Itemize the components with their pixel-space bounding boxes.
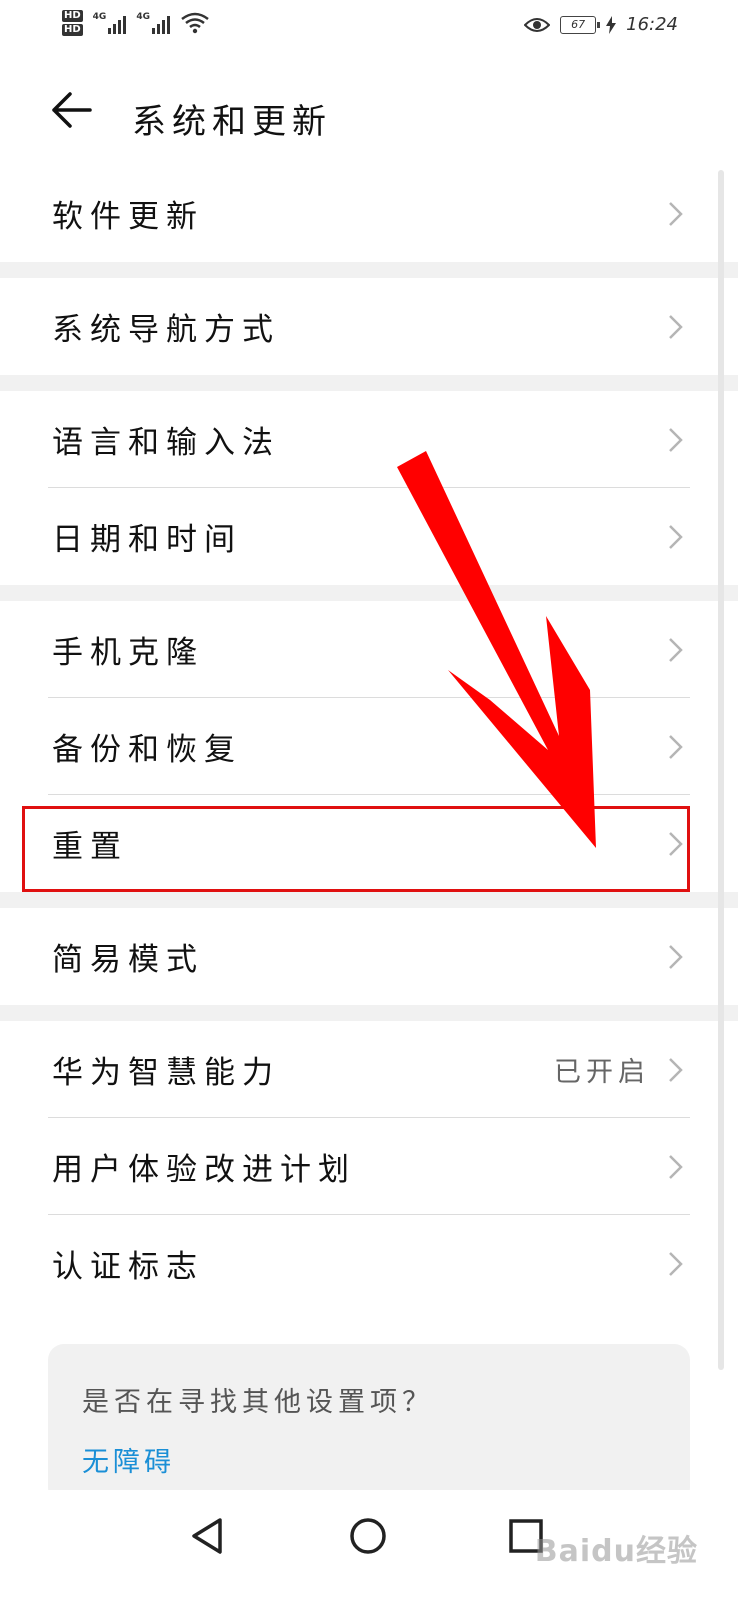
accessibility-link[interactable]: 无障碍	[82, 1440, 175, 1479]
group-gap	[0, 585, 738, 601]
chevron-right-icon	[669, 637, 683, 662]
clock: 16:24	[626, 14, 678, 35]
suggestion-card: 是否在寻找其他设置项？ 无障碍	[48, 1344, 690, 1504]
settings-group: 语言和输入法 日期和时间	[0, 391, 738, 585]
triangle-back-icon	[192, 1518, 222, 1554]
settings-list: 软件更新 系统导航方式 语言和输入法 日期和时间 手机克隆 备份和恢复 重置 简…	[0, 165, 738, 1312]
settings-item-label: 认证标志	[52, 1249, 204, 1285]
settings-item-label: 华为智慧能力	[52, 1055, 280, 1091]
settings-group: 系统导航方式	[0, 278, 738, 375]
settings-item-software-update[interactable]: 软件更新	[48, 165, 690, 262]
settings-item-phone-clone[interactable]: 手机克隆	[48, 601, 690, 698]
signal-icon: 4G	[136, 12, 170, 34]
chevron-right-icon	[669, 1251, 683, 1276]
settings-group: 手机克隆 备份和恢复 重置	[0, 601, 738, 892]
settings-item-ux-improvement[interactable]: 用户体验改进计划	[48, 1118, 690, 1215]
signal-icon: 4G	[93, 12, 127, 34]
settings-item-huawei-ai[interactable]: 华为智慧能力 已开启	[48, 1021, 690, 1118]
chevron-right-icon	[669, 734, 683, 759]
status-left: HD HD 4G 4G	[62, 10, 210, 36]
settings-item-label: 备份和恢复	[52, 732, 242, 768]
settings-item-simple-mode[interactable]: 简易模式	[48, 908, 690, 1005]
settings-item-label: 简易模式	[52, 942, 204, 978]
watermark: Baidu经验	[534, 1534, 698, 1569]
settings-item-label: 语言和输入法	[52, 425, 280, 461]
chevron-right-icon	[669, 944, 683, 969]
hd-badge-1: HD	[62, 10, 83, 22]
settings-item-value: 已开启	[554, 1057, 650, 1088]
settings-group: 华为智慧能力 已开启 用户体验改进计划 认证标志	[0, 1021, 738, 1312]
back-arrow-icon	[52, 92, 92, 128]
chevron-right-icon	[669, 1057, 683, 1082]
circle-home-icon	[350, 1518, 386, 1554]
system-nav-bar: Baidu经验	[0, 1490, 738, 1600]
nav-back-button[interactable]	[182, 1508, 238, 1564]
app-header: 系统和更新	[0, 70, 738, 160]
page-title: 系统和更新	[132, 102, 332, 142]
group-gap	[0, 892, 738, 908]
hd-indicators: HD HD	[62, 10, 83, 36]
settings-item-date-time[interactable]: 日期和时间	[48, 488, 690, 585]
settings-item-label: 手机克隆	[52, 635, 204, 671]
battery-icon: 67	[560, 15, 601, 34]
settings-item-label: 系统导航方式	[52, 312, 280, 348]
suggestion-title: 是否在寻找其他设置项？	[82, 1387, 434, 1418]
chevron-right-icon	[669, 427, 683, 452]
group-gap	[0, 375, 738, 391]
settings-item-reset[interactable]: 重置	[48, 795, 690, 892]
nav-home-button[interactable]	[340, 1508, 396, 1564]
settings-item-backup-restore[interactable]: 备份和恢复	[48, 698, 690, 795]
settings-item-label: 日期和时间	[52, 522, 242, 558]
settings-item-label: 用户体验改进计划	[52, 1152, 356, 1188]
chevron-right-icon	[669, 1154, 683, 1179]
chevron-right-icon	[669, 524, 683, 549]
chevron-right-icon	[669, 831, 683, 856]
chevron-right-icon	[669, 314, 683, 339]
settings-group: 软件更新	[0, 165, 738, 262]
settings-item-language-input[interactable]: 语言和输入法	[48, 391, 690, 488]
status-right: 67 16:24	[524, 14, 678, 35]
charging-icon	[606, 15, 617, 34]
wifi-icon	[181, 12, 209, 34]
settings-item-label: 重置	[52, 829, 128, 865]
settings-group: 简易模式	[0, 908, 738, 1005]
settings-item-navigation[interactable]: 系统导航方式	[48, 278, 690, 375]
hd-badge-2: HD	[62, 24, 83, 36]
eye-comfort-icon	[524, 17, 551, 32]
settings-item-certification[interactable]: 认证标志	[48, 1215, 690, 1312]
status-bar: HD HD 4G 4G 67 16:24	[0, 0, 738, 60]
back-button[interactable]	[50, 88, 100, 138]
settings-item-label: 软件更新	[52, 199, 204, 235]
chevron-right-icon	[669, 201, 683, 226]
scrollbar[interactable]	[718, 170, 724, 1370]
group-gap	[0, 262, 738, 278]
group-gap	[0, 1005, 738, 1021]
